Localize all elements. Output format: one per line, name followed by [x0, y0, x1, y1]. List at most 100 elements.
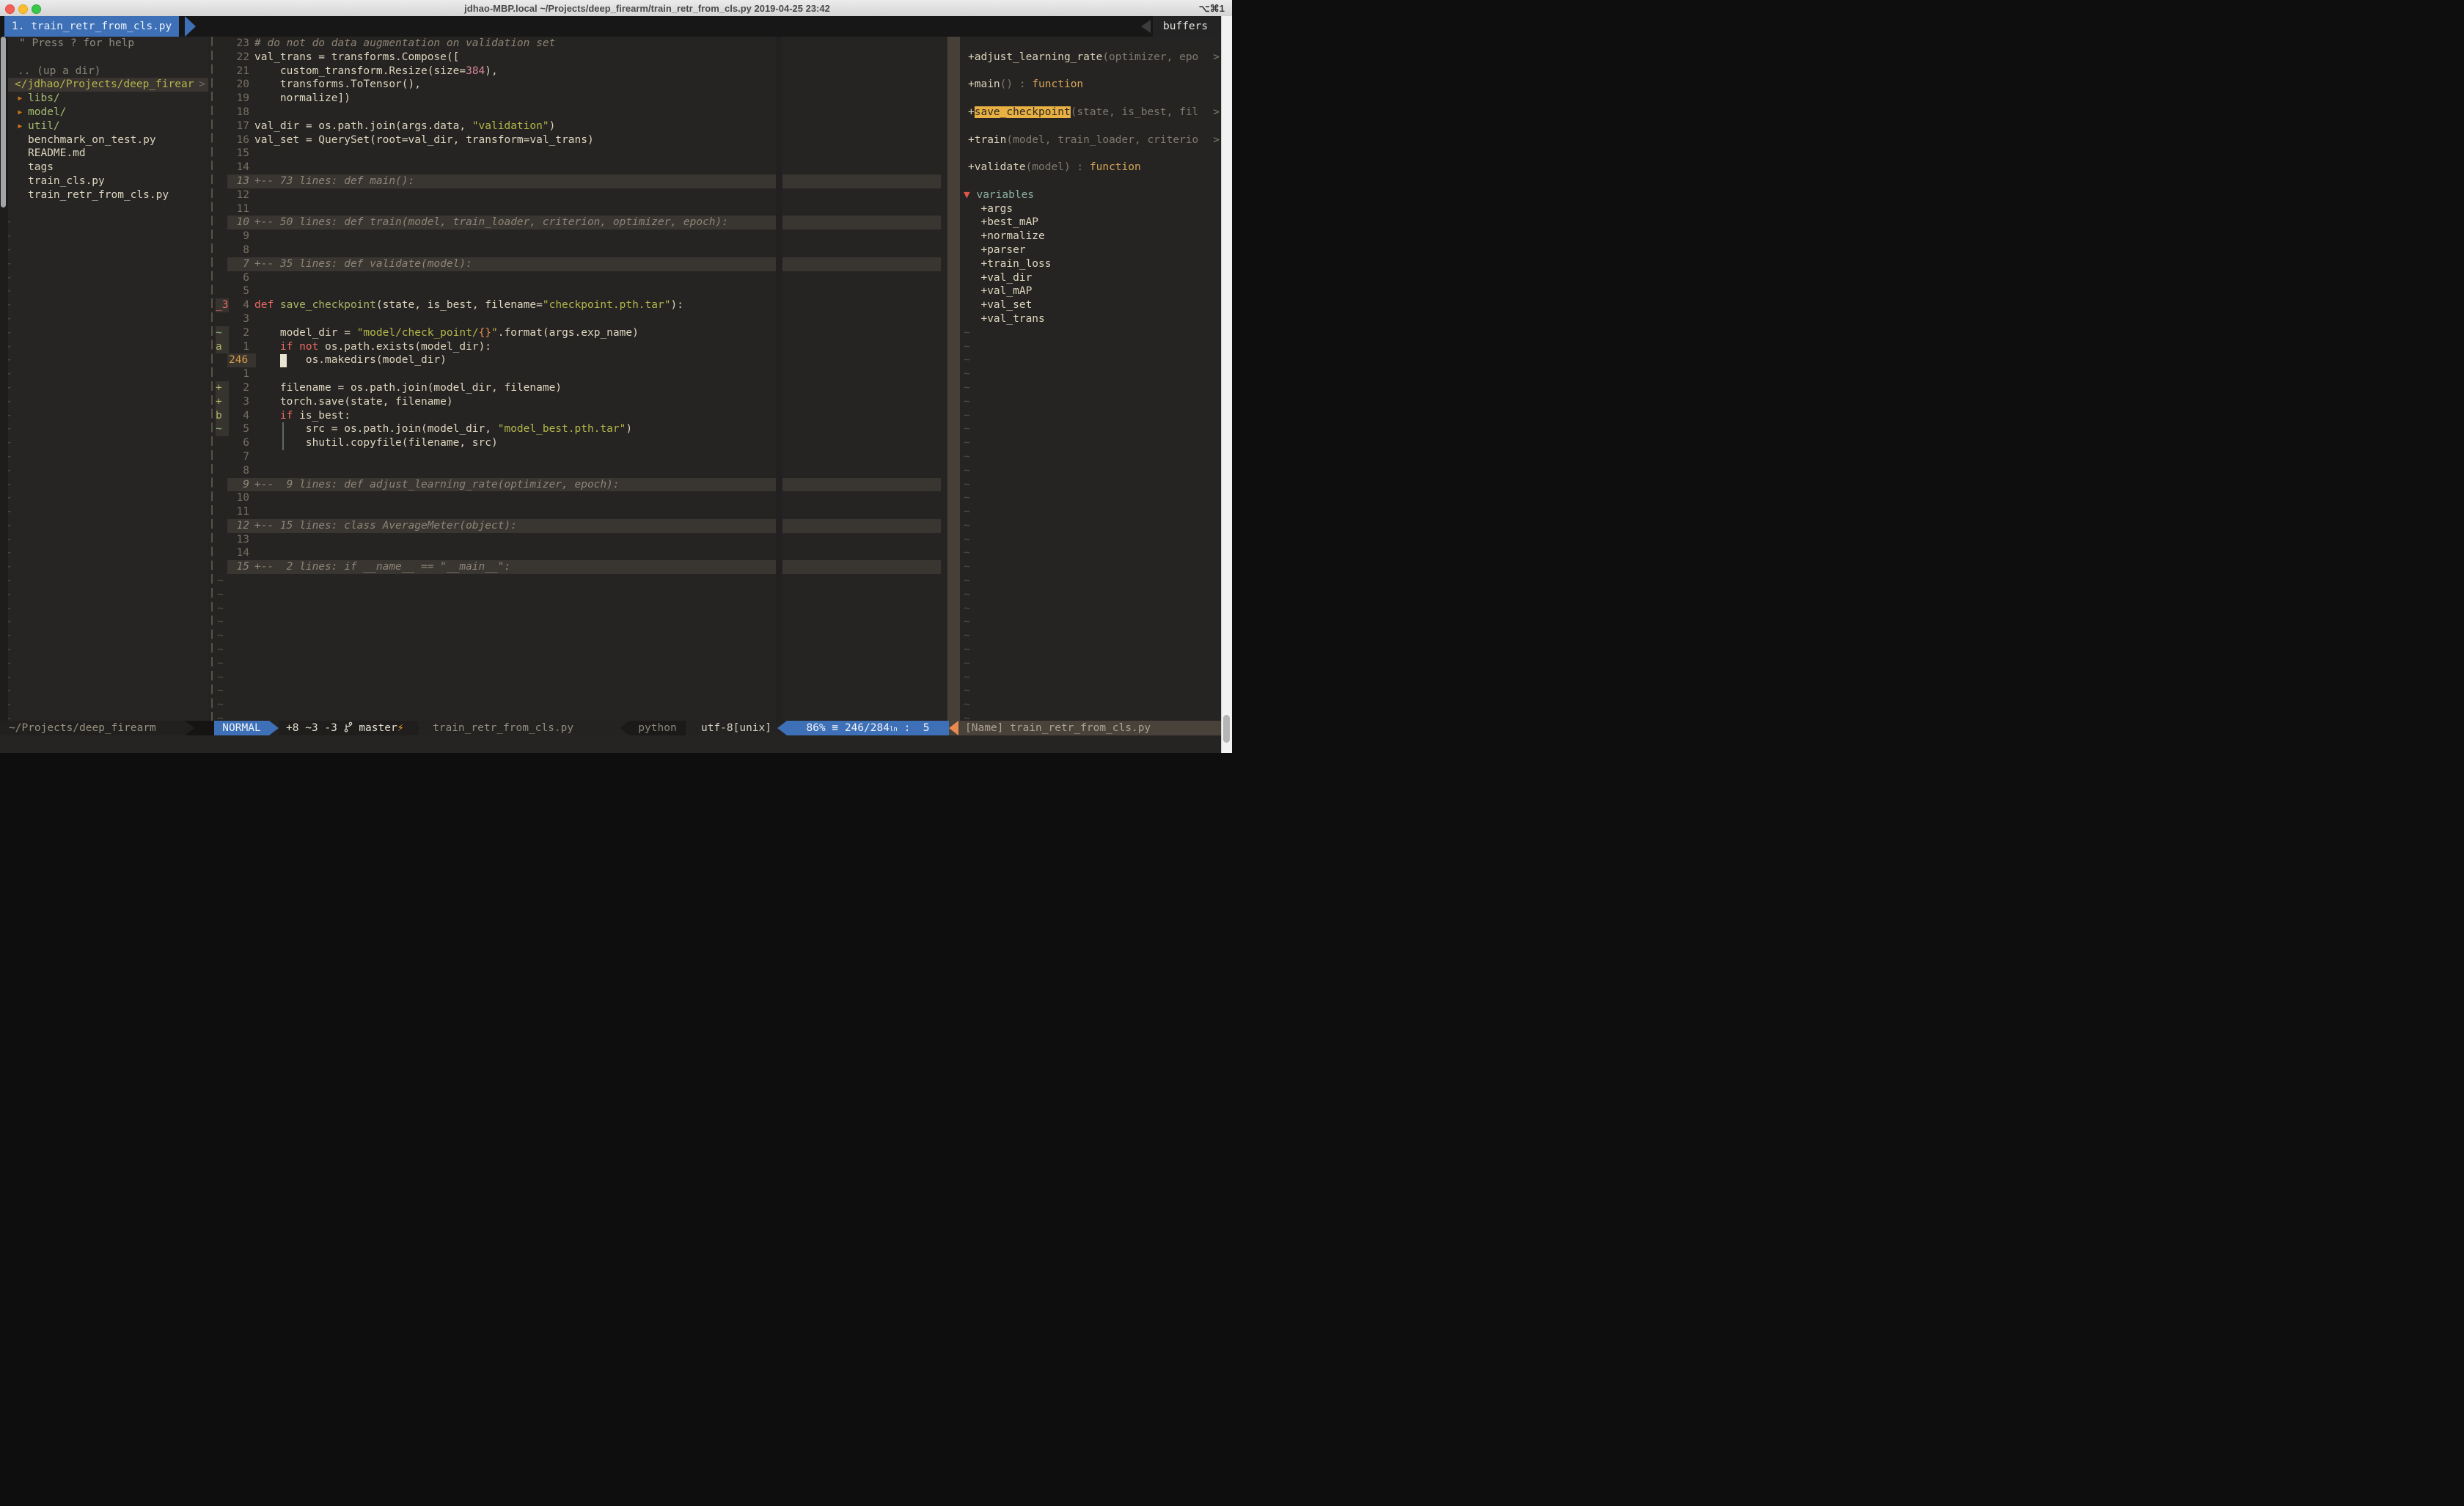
tag-token: +train_loss: [968, 258, 1052, 270]
code-line[interactable]: 11: [214, 202, 945, 216]
tagbar-entry[interactable]: +val_set: [945, 298, 1221, 312]
tree-item[interactable]: tags: [0, 161, 208, 175]
tag-text: +args: [968, 202, 1013, 216]
code-fold-line[interactable]: 10+-- 50 lines: def train(model, train_l…: [214, 216, 945, 229]
tagbar-entry[interactable]: +save_checkpoint(state, is_best, fil>: [945, 106, 1221, 120]
line-number: 5: [229, 422, 249, 436]
tagbar-entry[interactable]: +validate(model) : function: [945, 161, 1221, 175]
code-line[interactable]: 14: [214, 161, 945, 175]
code-line[interactable]: +2 filename = os.path.join(model_dir, fi…: [214, 381, 945, 395]
statusline-filetype: python: [629, 721, 686, 735]
code-line[interactable]: 246 os.makedirs(model_dir): [214, 353, 945, 367]
tagbar-entry[interactable]: +main() : function: [945, 78, 1221, 92]
tree-item[interactable]: .. (up a dir): [0, 65, 208, 78]
code-line[interactable]: a1 if not os.path.exists(model_dir):: [214, 340, 945, 354]
code-line[interactable]: +3 torch.save(state, filename): [214, 395, 945, 409]
tilde-marker: ~: [945, 327, 970, 339]
code-line[interactable]: 14: [214, 546, 945, 560]
code-line[interactable]: 20 transforms.ToTensor(),: [214, 78, 945, 92]
code-fold-line[interactable]: 15+-- 2 lines: if __name__ == "__main__"…: [214, 560, 945, 574]
buffers-label[interactable]: buffers: [1153, 16, 1221, 37]
right-scrollbar-track[interactable]: [1221, 16, 1232, 753]
code-line[interactable]: _34def save_checkpoint(state, is_best, f…: [214, 298, 945, 312]
code-line[interactable]: 17val_dir = os.path.join(args.data, "val…: [214, 120, 945, 133]
code-line[interactable]: b4 if is_best:: [214, 409, 945, 423]
tagbar-entry[interactable]: +train_loss: [945, 257, 1221, 271]
code-fold-line[interactable]: 9+-- 9 lines: def adjust_learning_rate(o…: [214, 478, 945, 492]
code-line[interactable]: 18: [214, 106, 945, 120]
code-line[interactable]: 10: [214, 491, 945, 505]
tree-item[interactable]: benchmark_on_test.py: [0, 133, 208, 147]
code-line[interactable]: 19 normalize]): [214, 92, 945, 106]
window-separator-left[interactable]: [211, 37, 213, 721]
tree-item[interactable]: train_retr_from_cls.py: [0, 188, 208, 202]
nerdtree-panel: " Press ? for help .. (up a dir)</jdhao/P…: [0, 37, 208, 721]
code-line[interactable]: 11: [214, 505, 945, 519]
tab-active[interactable]: 1. train_retr_from_cls.py: [4, 16, 179, 37]
git-branch-icon: [344, 721, 353, 732]
line-number: 11: [229, 505, 249, 519]
code-line[interactable]: 7: [214, 450, 945, 464]
tree-item[interactable]: </jdhao/Projects/deep_firear>: [0, 78, 208, 92]
empty-line: ~: [0, 257, 208, 271]
tree-item[interactable]: [0, 202, 208, 216]
tagbar-entry[interactable]: +normalize: [945, 229, 1221, 243]
code-line[interactable]: 5: [214, 284, 945, 298]
nerdtree-scrollbar-track[interactable]: [0, 37, 8, 721]
code-line[interactable]: 21 custom_transform.Resize(size=384),: [214, 65, 945, 78]
empty-line: ~: [945, 684, 1221, 698]
code-line[interactable]: ~5 src = os.path.join(model_dir, "model_…: [214, 422, 945, 436]
tagbar-entry[interactable]: +args: [945, 202, 1221, 216]
tree-item[interactable]: [0, 51, 208, 65]
tagbar-entry[interactable]: +val_mAP: [945, 284, 1221, 298]
tree-item[interactable]: ▸libs/: [0, 92, 208, 106]
code-line[interactable]: 12: [214, 188, 945, 202]
tilde-marker: ~: [945, 616, 970, 628]
code-line[interactable]: 15: [214, 147, 945, 161]
code-line[interactable]: 16val_set = QuerySet(root=val_dir, trans…: [214, 133, 945, 147]
nerdtree-scrollbar-thumb[interactable]: [1, 37, 6, 207]
tree-item[interactable]: ▸util/: [0, 120, 208, 133]
empty-line: ~: [0, 367, 208, 381]
tagbar-entry[interactable]: +adjust_learning_rate(optimizer, epo>: [945, 51, 1221, 65]
line-number: 13: [229, 533, 249, 547]
code-line[interactable]: 6: [214, 271, 945, 285]
empty-line: ~: [0, 298, 208, 312]
tagbar-entry[interactable]: +train(model, train_loader, criterio>: [945, 133, 1221, 147]
code-fold-line[interactable]: 12+-- 15 lines: class AverageMeter(objec…: [214, 519, 945, 533]
empty-line: ~: [0, 229, 208, 243]
tree-item[interactable]: train_cls.py: [0, 175, 208, 188]
empty-line: ~: [0, 602, 208, 616]
tree-item[interactable]: README.md: [0, 147, 208, 161]
statusline-filename: train_retr_from_cls.py: [420, 721, 642, 735]
code-line[interactable]: 3: [214, 312, 945, 326]
empty-line: ~: [945, 519, 1221, 533]
code-line[interactable]: 6 shutil.copyfile(filename, src): [214, 436, 945, 450]
empty-line: ~: [0, 381, 208, 395]
line-number: 8: [229, 464, 249, 478]
right-scrollbar-thumb[interactable]: [1223, 715, 1230, 743]
tagbar-entry[interactable]: +val_trans: [945, 312, 1221, 326]
code-line[interactable]: 9: [214, 229, 945, 243]
code-line[interactable]: 8: [214, 464, 945, 478]
code-line[interactable]: 22val_trans = transforms.Compose([: [214, 51, 945, 65]
tagbar-entry[interactable]: +best_mAP: [945, 216, 1221, 229]
code-fold-line[interactable]: 7+-- 35 lines: def validate(model):: [214, 257, 945, 271]
empty-line: ~: [945, 409, 1221, 423]
empty-line: ~: [945, 491, 1221, 505]
tagbar-entry[interactable]: +parser: [945, 243, 1221, 257]
code-text: +-- 2 lines: if __name__ == "__main__":: [254, 560, 510, 574]
code-line[interactable]: 13: [214, 533, 945, 547]
code-fold-line[interactable]: 13+-- 73 lines: def main():: [214, 175, 945, 188]
tag-token: +val_dir: [968, 272, 1032, 284]
tagbar-entry[interactable]: +val_dir: [945, 271, 1221, 285]
code-line[interactable]: 8: [214, 243, 945, 257]
tagbar-kind-header[interactable]: ▼ variables: [945, 188, 1221, 202]
code-line[interactable]: 1: [214, 367, 945, 381]
tree-item[interactable]: " Press ? for help: [0, 37, 208, 51]
tree-item[interactable]: ▸model/: [0, 106, 208, 120]
code-line[interactable]: ~2 model_dir = "model/check_point/{}".fo…: [214, 326, 945, 340]
code-line[interactable]: 23# do not do data augmentation on valid…: [214, 37, 945, 51]
tilde-marker: ~: [214, 603, 224, 614]
code-editor[interactable]: 23# do not do data augmentation on valid…: [214, 37, 945, 721]
